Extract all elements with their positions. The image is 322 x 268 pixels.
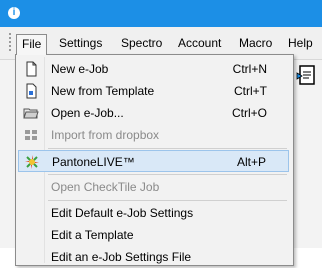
menu-item-edit-settings-file[interactable]: Edit an e-Job Settings File [18, 246, 289, 268]
title-bar: i [0, 0, 322, 27]
menu-item-new-ejob[interactable]: New e-Job Ctrl+N [18, 58, 289, 80]
menu-help[interactable]: Help [283, 34, 318, 53]
menu-account[interactable]: Account [173, 34, 226, 53]
pantonelive-icon [25, 155, 39, 169]
menu-item-label: Import from dropbox [51, 128, 160, 142]
menu-item-label: Open e-Job... [51, 106, 124, 120]
file-menu-dropdown: New e-Job Ctrl+N New from Template Ctrl+… [15, 54, 294, 266]
app-info-icon[interactable]: i [8, 7, 20, 19]
dropbox-icon [25, 130, 37, 140]
document-toolbar-icon[interactable] [296, 64, 318, 86]
menu-item-label: New from Template [51, 84, 155, 98]
menubar-grip[interactable] [9, 33, 11, 53]
menu-separator [48, 200, 287, 201]
menu-settings[interactable]: Settings [54, 34, 107, 53]
menu-item-label: Edit an e-Job Settings File [51, 250, 192, 264]
menu-item-label: Edit a Template [51, 228, 134, 242]
menu-item-label: PantoneLIVE™ [52, 155, 135, 169]
menu-item-label: Open CheckTile Job [51, 180, 160, 194]
menu-item-shortcut: Ctrl+T [234, 84, 267, 98]
new-job-icon [26, 61, 37, 77]
menu-item-label: Edit Default e-Job Settings [51, 206, 194, 220]
menu-item-shortcut: Ctrl+O [231, 106, 267, 120]
menu-item-open-ejob[interactable]: Open e-Job... Ctrl+O [18, 102, 289, 124]
menu-spectro[interactable]: Spectro [116, 34, 167, 53]
menu-item-edit-default-settings[interactable]: Edit Default e-Job Settings [18, 202, 289, 224]
menu-separator [48, 148, 287, 149]
menu-item-open-checktile[interactable]: Open CheckTile Job [18, 176, 289, 198]
menu-separator [48, 174, 287, 175]
menu-item-pantonelive[interactable]: PantoneLIVE™ Alt+P [18, 150, 289, 172]
menu-item-import-dropbox[interactable]: Import from dropbox [18, 124, 289, 146]
menu-item-shortcut: Ctrl+N [232, 62, 267, 76]
menu-item-edit-template[interactable]: Edit a Template [18, 224, 289, 246]
menu-item-label: New e-Job [51, 62, 109, 76]
open-job-icon [23, 108, 39, 119]
menu-file[interactable]: File [16, 34, 48, 55]
menu-item-shortcut: Alt+P [236, 155, 266, 169]
menu-item-new-from-template[interactable]: New from Template Ctrl+T [18, 80, 289, 102]
menu-macro[interactable]: Macro [234, 34, 277, 53]
new-template-icon [26, 83, 37, 99]
